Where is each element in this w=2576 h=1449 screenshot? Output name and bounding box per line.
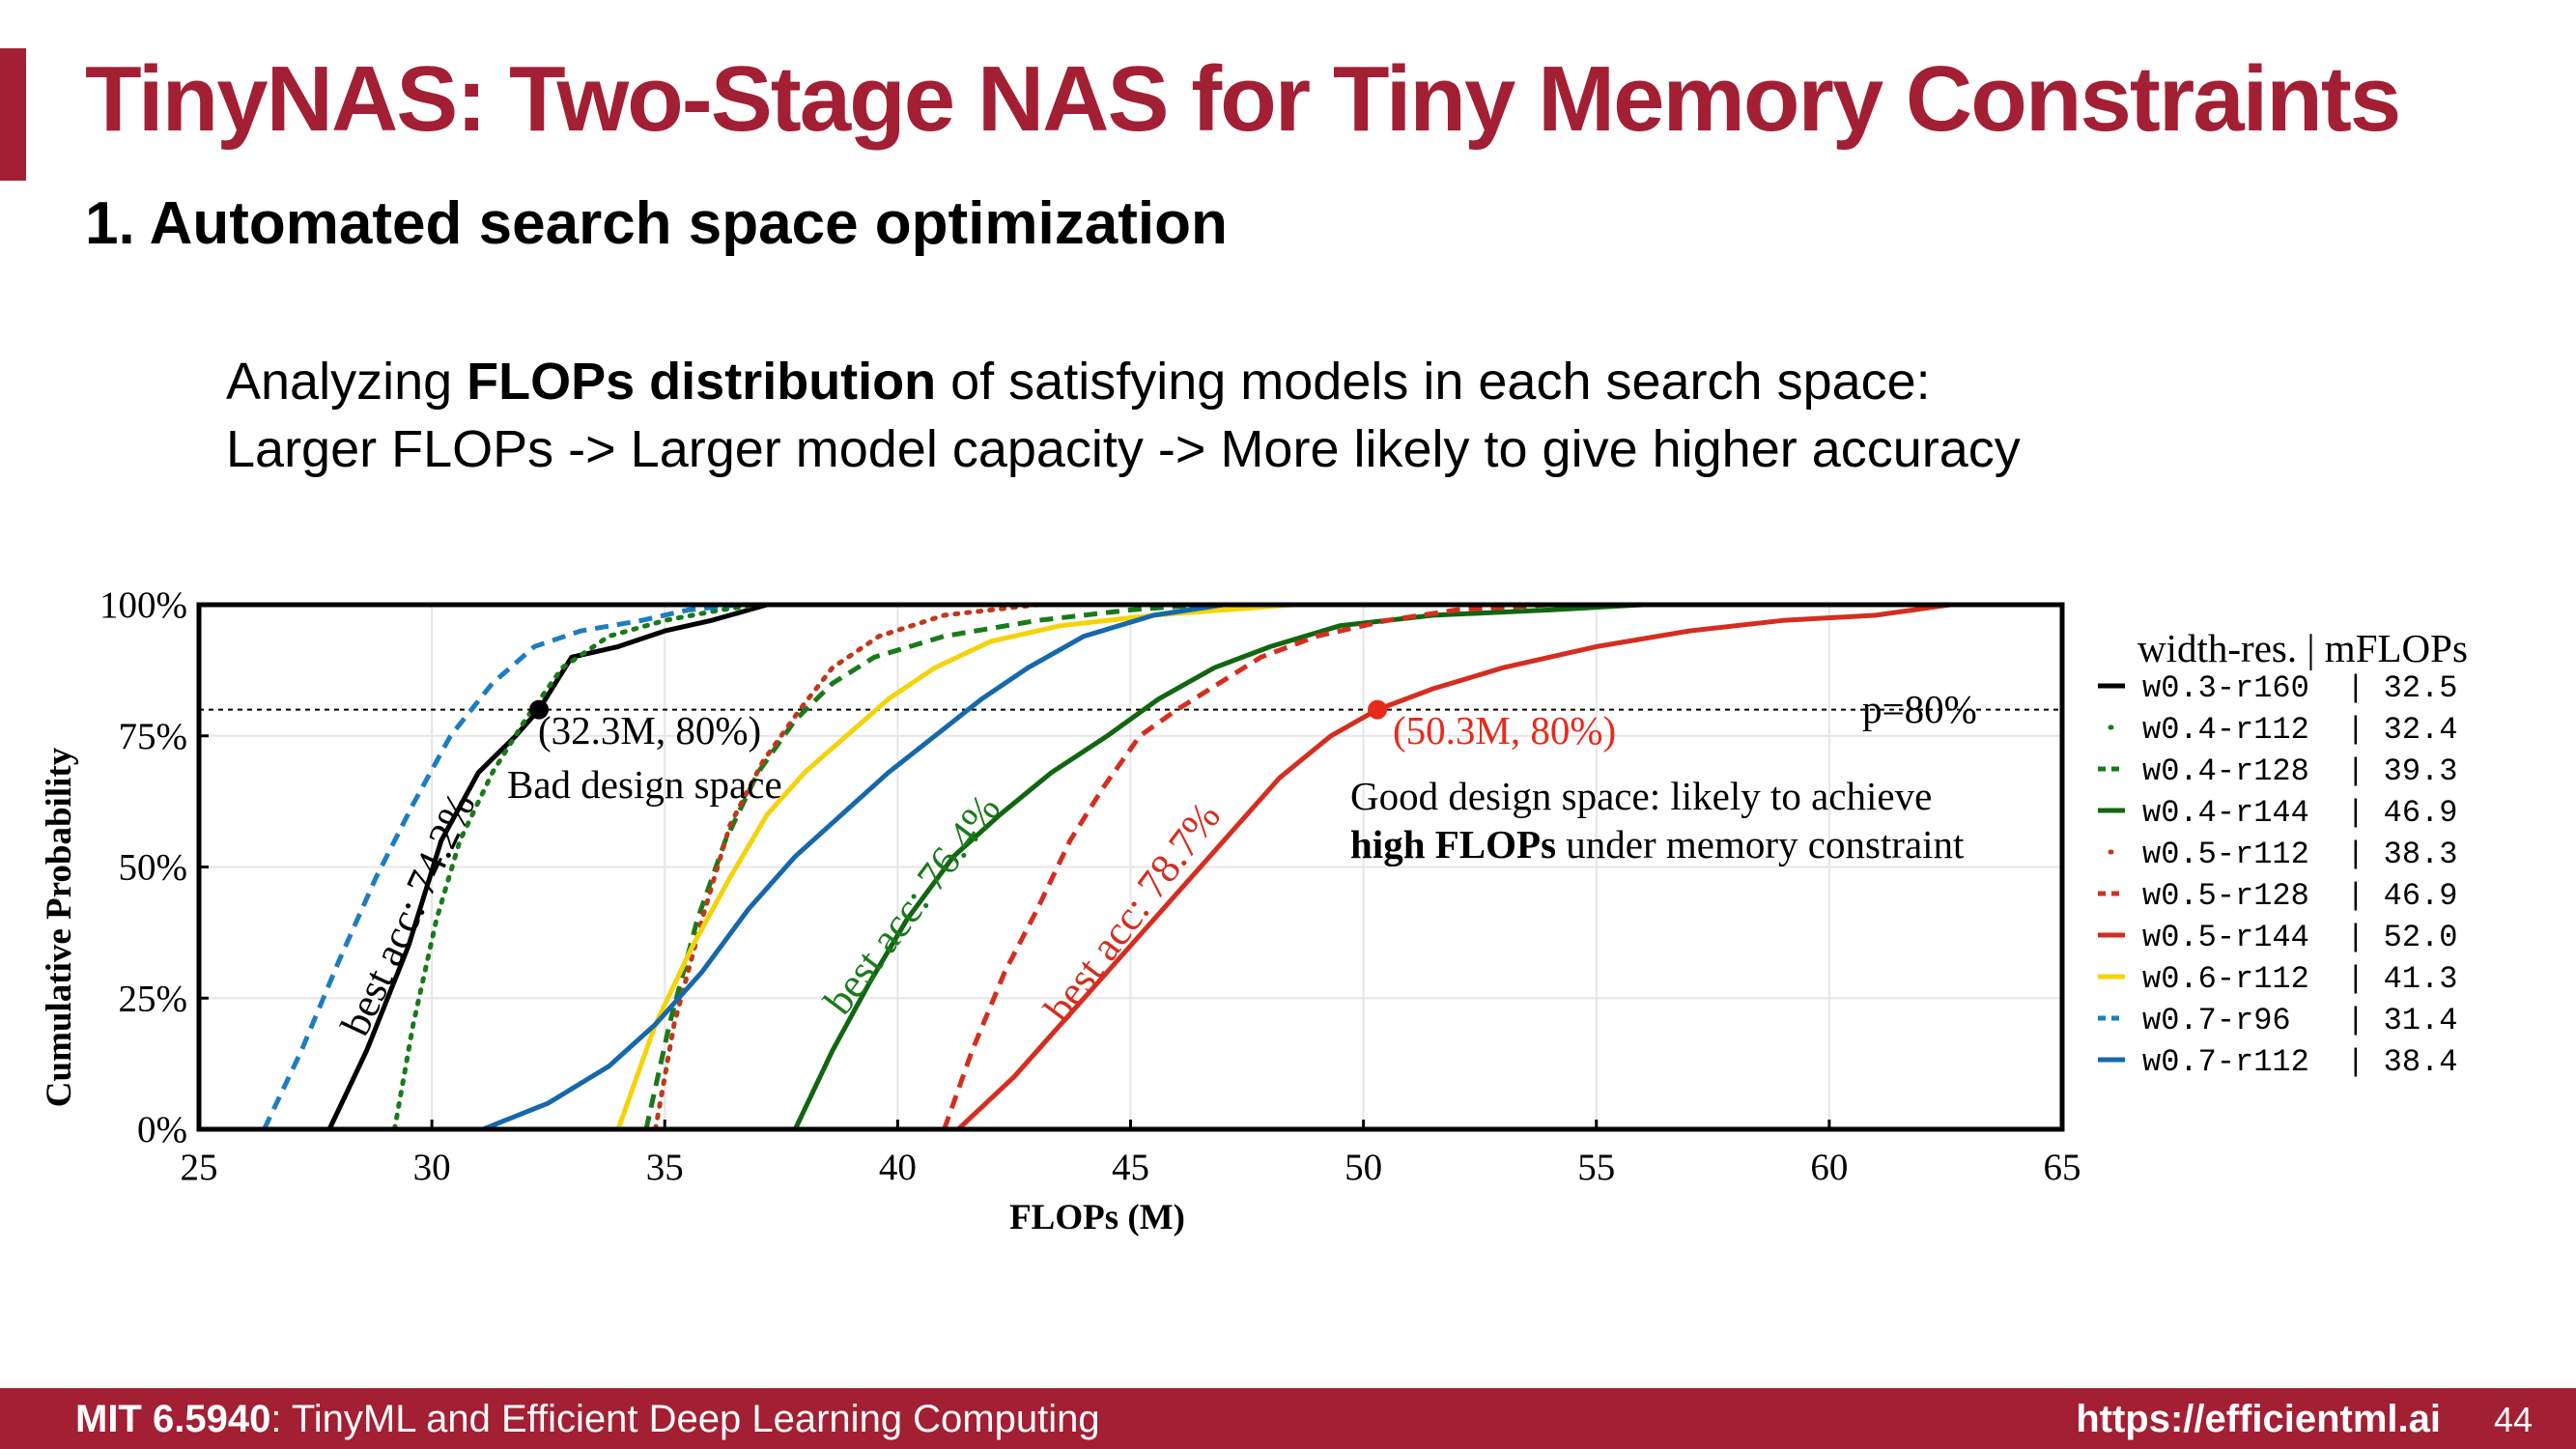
description-line-2: Larger FLOPs -> Larger model capacity ->… [226,420,2021,478]
x-axis-label: FLOPs (M) [1009,1198,1185,1237]
legend-entry: w0.4-r128 | 39.3 [2142,753,2457,789]
flops-cdf-chart: 25 30 35 40 45 50 55 60 65 0% 25% 50% 75% 100% FLOPs … [40,584,2468,1237]
x-tick-label: 50 [1345,1147,1382,1188]
best-acc-label-green: best acc: 76.4% [815,786,1009,1023]
x-tick-label: 25 [181,1147,218,1188]
line1-bold: FLOPs distribution [467,353,937,411]
x-tick-label: 65 [2044,1147,2081,1188]
y-tick-label: 0% [137,1109,187,1151]
y-axis-label: Cumulative Probability [40,747,79,1107]
x-tick-label: 60 [1810,1147,1848,1188]
annotation-good-rest: under memory constraint [1556,822,1965,867]
x-tick-label: 40 [879,1147,917,1188]
x-tick-label: 55 [1577,1147,1615,1188]
legend-entry: w0.4-r144 | 46.9 [2142,795,2457,831]
best-acc-label-black: best acc: 74.2% [332,786,484,1043]
x-tick-label: 35 [646,1147,684,1188]
slide-description: Analyzing FLOPs distribution of satisfyi… [226,348,2021,483]
legend: w0.3-r160 | 32.5 w0.4-r112 | 32.4 w0.4-r12… [2098,670,2457,1080]
annotation-good-line-1: Good design space: likely to achieve [1350,774,1932,818]
legend-entry: w0.5-r112 | 38.3 [2142,837,2457,872]
legend-entry: w0.5-r128 | 46.9 [2142,878,2457,914]
footer-url[interactable]: https://efficientml.ai [2076,1398,2441,1441]
line1-suffix: of satisfying models in each search spac… [936,353,1931,411]
x-tick-label: 30 [413,1147,451,1188]
x-tick-label: 45 [1112,1147,1149,1188]
title-accent-bar [0,48,26,181]
slide-subtitle: 1. Automated search space optimization [85,190,1228,257]
annotation-bad-design-space: Bad design space [507,762,782,807]
annotation-good-line-2: high FLOPs under memory constraint [1350,822,1965,867]
footer-course: MIT 6.5940: TinyML and Efficient Deep Le… [75,1398,1100,1441]
page-number: 44 [2493,1400,2533,1439]
legend-entry: w0.7-r96 | 31.4 [2142,1003,2457,1038]
line1-prefix: Analyzing [226,353,467,411]
legend-entry: w0.7-r112 | 38.4 [2142,1044,2457,1080]
point-label-bad: (32.3M, 80%) [538,708,761,753]
footer-bar: MIT 6.5940: TinyML and Efficient Deep Le… [0,1388,2576,1449]
legend-title: width-res. | mFLOPs [2137,626,2468,670]
footer-course-title: : TinyML and Efficient Deep Learning Com… [270,1398,1100,1440]
legend-entry: w0.6-r112 | 41.3 [2142,961,2457,997]
annotation-good-bold: high FLOPs [1350,822,1556,867]
footer-course-code: MIT 6.5940 [75,1398,271,1440]
reference-line-label: p=80% [1862,687,1977,731]
y-tick-label: 50% [119,847,188,889]
legend-entry: w0.3-r160 | 32.5 [2142,670,2457,706]
best-acc-label-red: best acc: 78.7% [1035,794,1230,1031]
grid-lines [199,605,2062,1129]
y-tick-label: 100% [99,584,187,626]
y-tick-label: 75% [119,716,188,757]
point-label-good: (50.3M, 80%) [1393,708,1616,753]
legend-entry: w0.5-r144 | 52.0 [2142,920,2457,955]
highlight-point-2 [1368,699,1388,720]
slide-title: TinyNAS: Two-Stage NAS for Tiny Memory C… [85,47,2401,151]
description-line-1: Analyzing FLOPs distribution of satisfyi… [226,348,2021,415]
y-tick-label: 25% [119,978,188,1019]
legend-entry: w0.4-r112 | 32.4 [2142,712,2457,748]
